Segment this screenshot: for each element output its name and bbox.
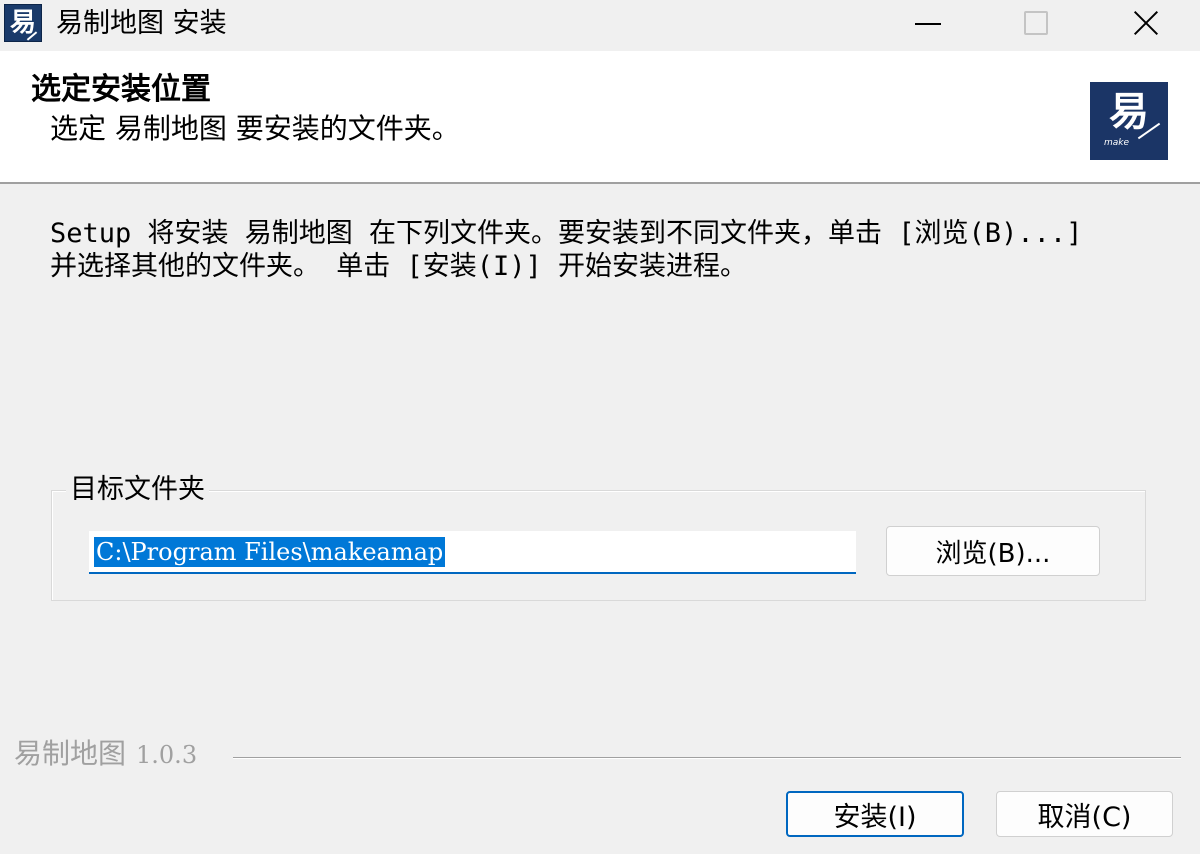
close-icon [1132, 9, 1160, 37]
footer-divider [233, 757, 1181, 759]
header-logo-icon: 易 make [1090, 82, 1168, 160]
brand-version: 1.0.3 [136, 741, 198, 769]
window-title: 易制地图 安装 [56, 8, 227, 39]
page-title: 选定安装位置 [31, 72, 211, 107]
brand-name: 易制地图 [14, 737, 127, 770]
minimize-button[interactable] [872, 0, 984, 46]
maximize-icon [1024, 11, 1048, 35]
maximize-button[interactable] [980, 0, 1092, 46]
page-header: 选定安装位置 选定 易制地图 要安装的文件夹。 易 make [0, 51, 1200, 182]
destination-folder-group: 目标文件夹 C:\Program Files\makeamap 浏览(B)... [51, 475, 1146, 601]
install-button[interactable]: 安装(I) [786, 791, 964, 837]
browse-button[interactable]: 浏览(B)... [886, 526, 1100, 576]
destination-folder-label: 目标文件夹 [66, 475, 209, 505]
title-bar: 易 易制地图 安装 [0, 0, 1200, 51]
destination-path-value: C:\Program Files\makeamap [94, 536, 446, 567]
page-subtitle: 选定 易制地图 要安装的文件夹。 [50, 112, 460, 145]
app-logo-icon: 易 [4, 4, 42, 42]
header-logo-glyph: 易 [1109, 89, 1149, 135]
header-logo-tagline: make [1104, 138, 1130, 148]
installer-branding: 易制地图 1.0.3 [14, 737, 197, 772]
install-description: Setup 将安装 易制地图 在下列文件夹。要安装到不同文件夹，单击 [浏览(B… [50, 218, 1083, 282]
close-button[interactable] [1090, 0, 1200, 46]
minimize-icon [915, 23, 941, 25]
header-divider [0, 182, 1200, 184]
cancel-button[interactable]: 取消(C) [996, 791, 1173, 837]
destination-path-input[interactable]: C:\Program Files\makeamap [89, 531, 856, 574]
